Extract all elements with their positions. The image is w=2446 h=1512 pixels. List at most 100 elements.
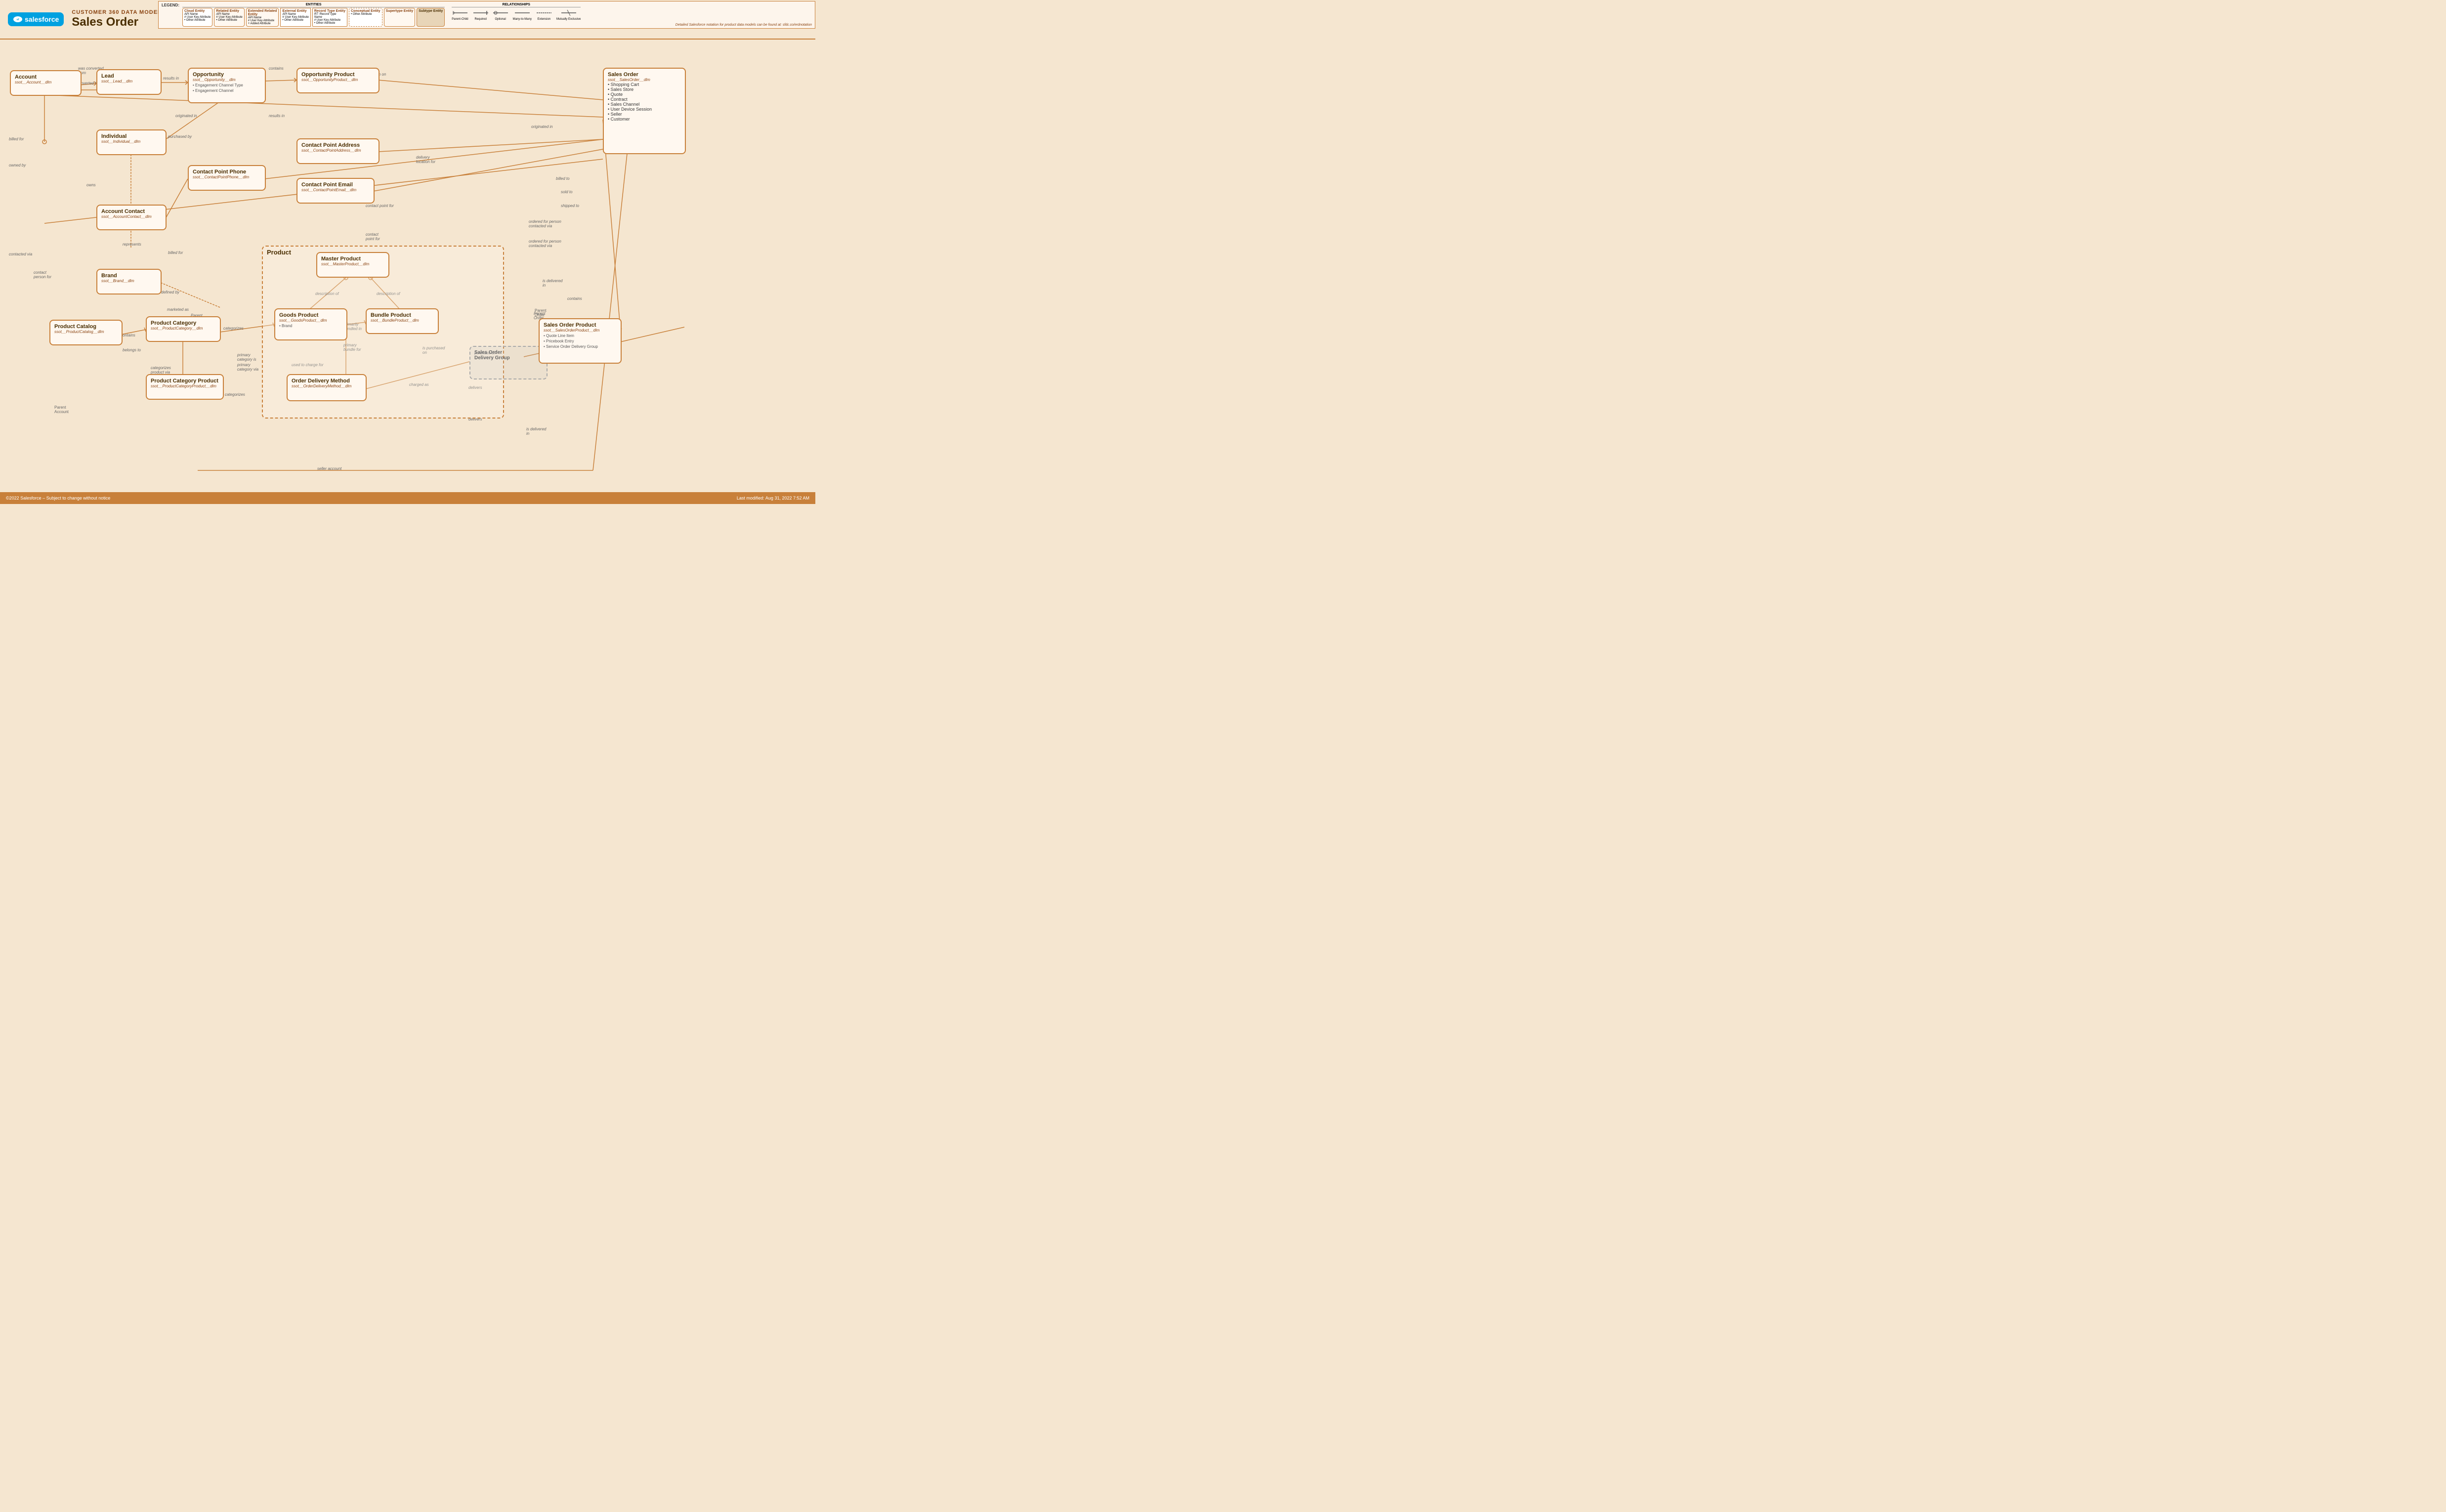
legend-parent-child: Parent-Child — [452, 8, 468, 21]
so-attr-2: Sales Store — [608, 87, 681, 92]
entity-opportunity-product-api: ssot__OpportunityProduct__dlm — [301, 78, 375, 82]
legend-mutually-exclusive: Mutually Exclusive — [556, 8, 581, 21]
parent-order-label: ParentOrder — [535, 308, 547, 317]
rel-contact-point-for-2: contactpoint for — [366, 232, 380, 241]
legend-entities-section: ENTITIES Cloud Entity API Name # User Ke… — [182, 3, 445, 27]
entity-master-product: Master Product ssot__MasterProduct__dlm — [316, 252, 389, 278]
legend-optional: Optional — [493, 8, 508, 21]
so-attr-6: User Device Session — [608, 107, 681, 112]
svg-text:sf: sf — [17, 18, 19, 21]
rel-represents: represents — [123, 242, 141, 247]
legend-relationships-section: RELATIONSHIPS Parent-Child Required Opti… — [452, 3, 581, 21]
entity-contact-point-phone-name: Contact Point Phone — [193, 169, 261, 175]
legend-note: Detailed Salesforce notation for product… — [675, 23, 812, 27]
entity-sales-order-product: Sales Order Product ssot__SalesOrderProd… — [539, 318, 622, 364]
extension-label: Extension — [538, 18, 550, 21]
rel-primary-category-is: primarycategory is — [237, 353, 256, 362]
parent-account-label: ParentAccount — [54, 405, 69, 414]
entity-account-contact-name: Account Contact — [101, 209, 162, 214]
rel-is-delivered-in-1: is deliveredin — [543, 279, 562, 288]
entity-account-contact-api: ssot__AccountContact__dlm — [101, 214, 162, 219]
rel-billed-for-1: billed for — [9, 137, 24, 141]
entity-brand: Brand ssot__Brand__dlm — [96, 269, 162, 294]
rel-results-in-2: results in — [269, 114, 285, 118]
mutually-exclusive-label: Mutually Exclusive — [556, 18, 581, 21]
entity-goods-product: Goods Product ssot__GoodsProduct__dlm Br… — [274, 308, 347, 340]
entity-sodg-name2: Delivery Group — [474, 355, 543, 361]
entity-order-delivery-method: Order Delivery Method ssot__OrderDeliver… — [287, 374, 367, 401]
entity-opportunity-product: Opportunity Product ssot__OpportunityPro… — [296, 68, 380, 93]
entity-contact-point-email-api: ssot__ContactPointEmail__dlm — [301, 188, 370, 192]
header: sf salesforce CUSTOMER 360 DATA MODEL Sa… — [0, 0, 815, 40]
so-attr-3: Quote — [608, 92, 681, 97]
legend-title: LEGEND: — [162, 3, 179, 7]
rel-primary-category-via: primarycategory via — [237, 363, 258, 372]
rel-categorizes-product-via: categorizesproduct via — [151, 366, 171, 375]
rel-owns: owns — [86, 183, 96, 187]
legend-related-entity: Related Entity API Name # User Key Attri… — [214, 8, 244, 27]
entity-opportunity: Opportunity ssot__Opportunity__dlm • Eng… — [188, 68, 266, 103]
legend-conceptual-entity: Conceptual Entity • Other Attribute — [349, 8, 382, 27]
footer: ©2022 Salesforce – Subject to change wit… — [0, 492, 815, 504]
rel-contains-3: contains — [567, 296, 582, 301]
rel-billed-for-2: billed for — [168, 251, 183, 255]
parent-child-label: Parent-Child — [452, 18, 468, 21]
entity-individual: Individual ssot__Individual__dlm — [96, 129, 167, 155]
legend-supertype-entity: Supertype Entity — [384, 8, 416, 27]
entity-individual-api: ssot__Individual__dlm — [101, 139, 162, 144]
legend-relationships-label: RELATIONSHIPS — [452, 3, 581, 7]
rel-defined-by: defined by — [161, 290, 179, 294]
entity-bundle-product: Bundle Product ssot__BundleProduct__dlm — [366, 308, 439, 334]
header-main-title: Sales Order — [72, 15, 162, 29]
entity-sales-order-delivery-group: Sales Order Delivery Group — [469, 346, 548, 379]
rel-contains-1: contains — [269, 66, 284, 71]
salesforce-logo: sf salesforce — [8, 12, 64, 26]
entity-brand-api: ssot__Brand__dlm — [101, 279, 157, 283]
legend: LEGEND: ENTITIES Cloud Entity API Name #… — [158, 1, 815, 29]
rel-marketed-as: marketed as — [167, 307, 189, 312]
rel-belongs-to: belongs to — [123, 348, 141, 352]
entity-opportunity-name: Opportunity — [193, 72, 261, 78]
entity-sales-order-attrs: Shopping Cart Sales Store Quote Contract… — [608, 82, 681, 122]
required-label: Required — [474, 18, 486, 21]
entity-bundle-product-api: ssot__BundleProduct__dlm — [371, 318, 434, 323]
rel-contact-person-for: contactperson for — [34, 270, 51, 279]
rel-is-delivered-in-2: is deliveredin — [526, 427, 546, 436]
entity-product-category: Product Category ssot__ProductCategory__… — [146, 316, 221, 342]
so-attr-5: Sales Channel — [608, 102, 681, 107]
rel-originated-in-2: originated in — [531, 125, 553, 129]
rel-contains-2: contains — [121, 333, 135, 337]
entity-sales-order-name: Sales Order — [608, 72, 681, 78]
entity-account-contact: Account Contact ssot__AccountContact__dl… — [96, 205, 167, 230]
entity-account-api: ssot__Account__dlm — [15, 80, 77, 84]
header-title: CUSTOMER 360 DATA MODEL Sales Order — [72, 9, 162, 29]
product-container-label: Product — [267, 249, 291, 256]
rel-categorizes-2: categorizes — [225, 392, 245, 397]
entity-sop-attr1: Quote Line Item — [544, 334, 617, 338]
legend-external-entity: External Entity API Name # User Key Attr… — [280, 8, 310, 27]
header-subtitle: CUSTOMER 360 DATA MODEL — [72, 9, 162, 15]
legend-record-type-entity: Record Type Entity RT: Record Type Name … — [312, 8, 347, 27]
rel-contacted-via: contacted via — [9, 252, 32, 256]
rel-ordered-2: ordered for personcontacted via — [529, 239, 561, 248]
entity-contact-point-phone-api: ssot__ContactPointPhone__dlm — [193, 175, 261, 179]
entity-account: Account ssot__Account__dlm — [10, 70, 82, 96]
rel-ordered-1: ordered for personcontacted via — [529, 219, 561, 228]
footer-copyright: ©2022 Salesforce – Subject to change wit… — [6, 496, 110, 501]
entity-opportunity-attr1: • Engagement Channel Type — [193, 83, 261, 87]
legend-cloud-entity: Cloud Entity API Name # User Key Attribu… — [182, 8, 212, 27]
entity-product-category-product-api: ssot__ProductCategoryProduct__dlm — [151, 384, 219, 388]
entity-contact-point-email-name: Contact Point Email — [301, 182, 370, 188]
entity-sales-order-api: ssot__SalesOrder__dlm — [608, 78, 681, 82]
entity-goods-product-attr: Brand — [279, 324, 342, 328]
entity-master-product-api: ssot__MasterProduct__dlm — [321, 262, 384, 266]
legend-entities-label: ENTITIES — [182, 3, 445, 7]
rel-purchased-by: purchased by — [168, 134, 192, 139]
entity-product-category-api: ssot__ProductCategory__dlm — [151, 326, 216, 331]
entity-order-delivery-method-api: ssot__OrderDeliveryMethod__dlm — [292, 384, 362, 388]
rel-originated-in-1: originated in — [175, 114, 197, 118]
legend-entities-list: Cloud Entity API Name # User Key Attribu… — [182, 8, 445, 27]
entity-lead-api: ssot__Lead__dlm — [101, 79, 157, 84]
so-attr-4: Contract — [608, 97, 681, 102]
so-attr-7: Seller — [608, 112, 681, 117]
